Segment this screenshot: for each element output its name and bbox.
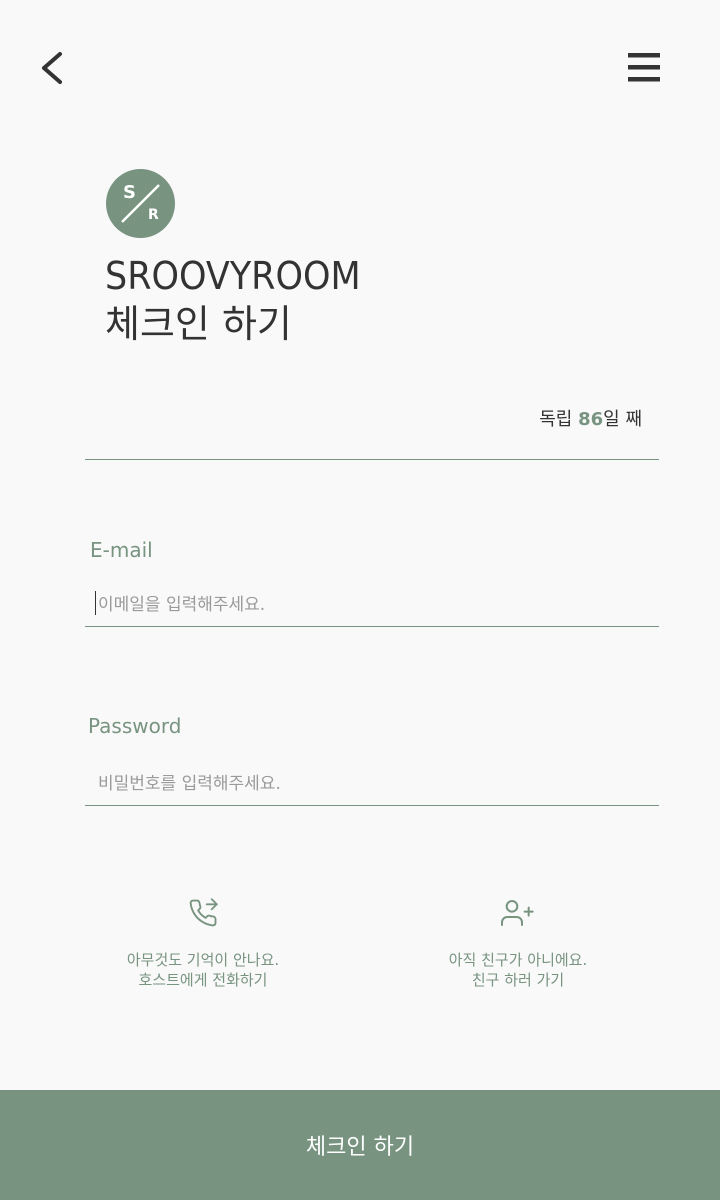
- day-count-number: 86: [578, 409, 604, 430]
- password-input[interactable]: [85, 762, 659, 806]
- call-host-link[interactable]: 아무것도 기억이 안나요. 호스트에게 전화하기: [83, 896, 323, 990]
- checkin-button[interactable]: 체크인 하기: [0, 1090, 720, 1200]
- day-count-suffix: 일 째: [603, 409, 642, 430]
- day-count-prefix: 독립: [539, 409, 579, 430]
- add-friend-line1: 아직 친구가 아니에요.: [448, 951, 588, 969]
- password-label: Password: [88, 714, 182, 738]
- email-label: E-mail: [90, 538, 153, 562]
- brand-logo: S R: [106, 169, 175, 238]
- hamburger-menu-icon: [628, 53, 660, 82]
- chevron-left-icon: [42, 52, 62, 84]
- checkin-screen: S R SROOVYROOM 체크인 하기 독립 86일 째 E-mail Pa…: [0, 0, 720, 1200]
- back-button[interactable]: [34, 46, 74, 90]
- call-host-line2: 호스트에게 전화하기: [138, 971, 268, 989]
- user-plus-icon: [501, 900, 534, 926]
- independence-day-count: 독립 86일 째: [539, 405, 642, 431]
- logo-slash: [121, 184, 160, 223]
- email-input[interactable]: [85, 583, 659, 627]
- page-heading: 체크인 하기: [105, 302, 292, 346]
- phone-forward-icon: [189, 898, 218, 927]
- text-cursor: [95, 591, 96, 615]
- add-friend-link[interactable]: 아직 친구가 아니에요. 친구 하러 가기: [398, 896, 638, 990]
- add-friend-line2: 친구 하러 가기: [471, 971, 565, 989]
- menu-button[interactable]: [622, 48, 666, 88]
- brand-name: SROOVYROOM: [105, 254, 361, 298]
- logo-letter-r: R: [148, 207, 159, 223]
- header-divider: [85, 459, 659, 460]
- page-title: SROOVYROOM 체크인 하기: [105, 252, 383, 348]
- call-host-line1: 아무것도 기억이 안나요.: [126, 951, 280, 969]
- logo-letter-s: S: [123, 182, 136, 203]
